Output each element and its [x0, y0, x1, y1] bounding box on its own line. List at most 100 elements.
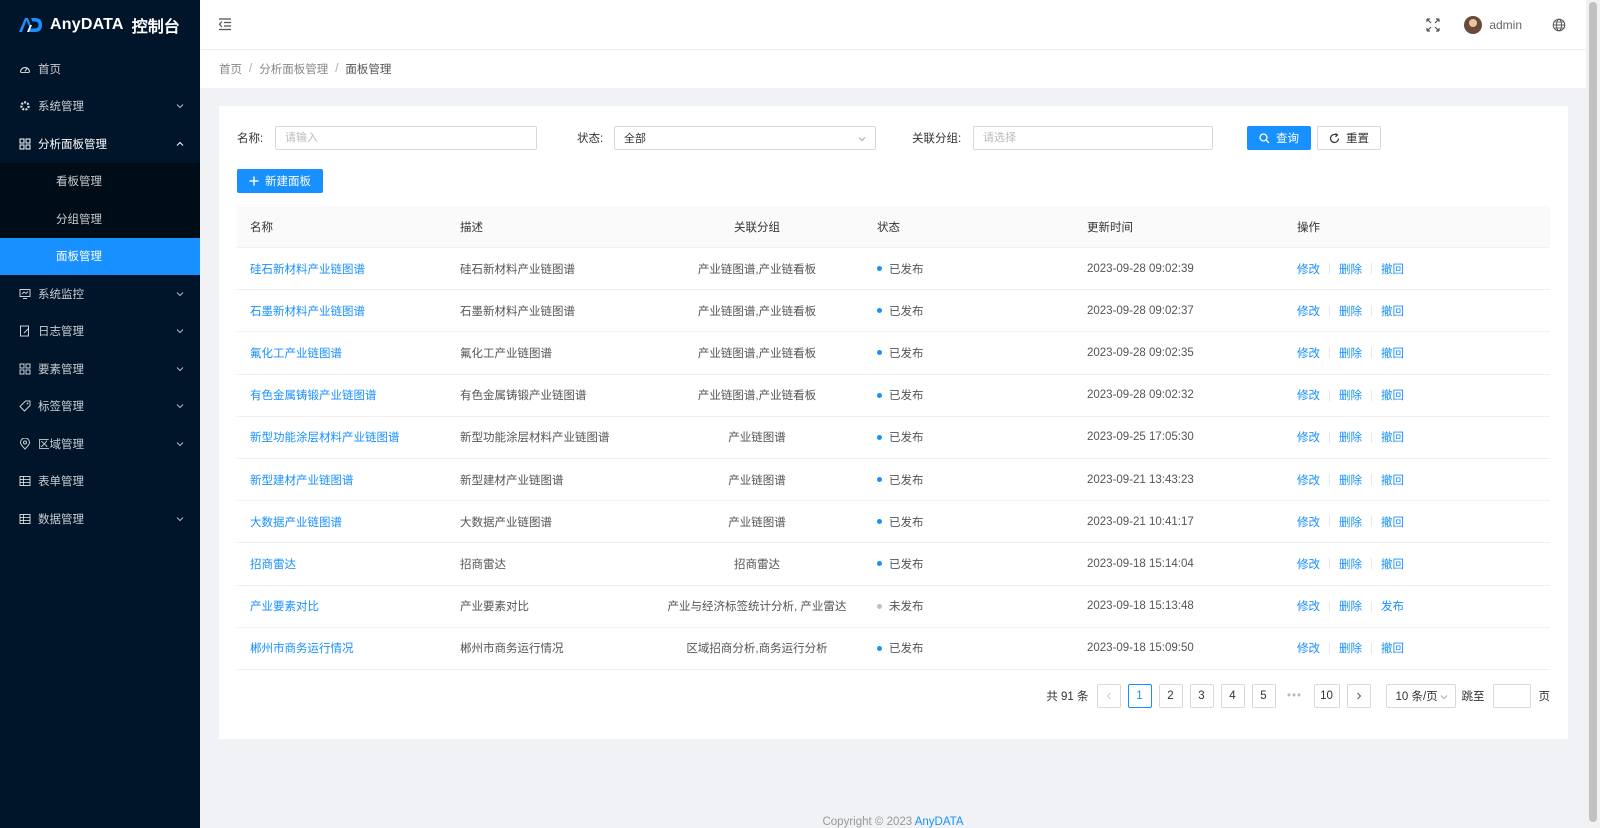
new-panel-button[interactable]: 新建面板: [237, 169, 323, 193]
sidebar-item-label: 日志管理: [38, 326, 84, 339]
jump-page-input[interactable]: [1492, 684, 1531, 708]
edit-button[interactable]: 修改: [1297, 345, 1320, 361]
sidebar-item-system-monitor[interactable]: 系统监控: [0, 275, 200, 313]
pagination-prev-button[interactable]: [1096, 684, 1121, 708]
sidebar-item-data[interactable]: 数据管理: [0, 500, 200, 538]
sidebar-item-group-management[interactable]: 分组管理: [0, 200, 200, 238]
chevron-down-icon: [176, 291, 184, 296]
breadcrumb-separator: /: [249, 63, 253, 75]
panel-name-link[interactable]: 有色金属铸锻产业链图谱: [250, 390, 377, 402]
delete-button[interactable]: 删除: [1339, 429, 1362, 445]
panel-name-link[interactable]: 新型建材产业链图谱: [250, 475, 354, 487]
column-header-name[interactable]: 名称: [237, 219, 447, 235]
edit-button[interactable]: 修改: [1297, 261, 1320, 277]
breadcrumb-analysis-panel[interactable]: 分析面板管理: [259, 61, 328, 77]
sidebar-item-tag[interactable]: 标签管理: [0, 388, 200, 426]
reset-button[interactable]: 重置: [1317, 126, 1381, 150]
delete-button[interactable]: 删除: [1339, 261, 1362, 277]
sidebar-item-system[interactable]: 系统管理: [0, 88, 200, 126]
footer-brand-link[interactable]: AnyDATA: [915, 816, 964, 828]
menu-fold-icon[interactable]: [217, 16, 233, 32]
sidebar-item-home[interactable]: 首页: [0, 50, 200, 88]
pagination-page[interactable]: 5: [1251, 684, 1276, 708]
dashboard-icon: [19, 63, 31, 75]
pagination-page[interactable]: 1: [1127, 684, 1152, 708]
withdraw-button[interactable]: 撤回: [1381, 387, 1404, 403]
pagination-page-last[interactable]: 10: [1313, 684, 1340, 708]
sidebar-item-log[interactable]: 日志管理: [0, 313, 200, 351]
panel-group: 产业链图谱,产业链看板: [697, 347, 817, 360]
panel-name-link[interactable]: 石墨新材料产业链图谱: [250, 306, 365, 318]
globe-icon[interactable]: [1552, 18, 1566, 32]
panel-group: 产业链图谱: [728, 516, 786, 529]
delete-button[interactable]: 删除: [1339, 345, 1362, 361]
page-size-select[interactable]: 10 条/页: [1385, 684, 1456, 708]
column-header-status[interactable]: 状态: [867, 219, 1077, 235]
delete-button[interactable]: 删除: [1339, 640, 1362, 656]
footer-copyright: Copyright © 2023: [822, 816, 915, 828]
edit-button[interactable]: 修改: [1297, 640, 1320, 656]
status-filter-select[interactable]: 全部: [614, 126, 876, 150]
sidebar-item-analysis-panel[interactable]: 分析面板管理: [0, 125, 200, 163]
panel-name-link[interactable]: 硅石新材料产业链图谱: [250, 264, 365, 276]
column-header-group[interactable]: 关联分组: [647, 219, 867, 235]
vertical-scrollbar[interactable]: [1586, 0, 1600, 828]
delete-button[interactable]: 删除: [1339, 556, 1362, 572]
withdraw-button[interactable]: 撤回: [1381, 261, 1404, 277]
breadcrumb-home[interactable]: 首页: [219, 61, 242, 77]
sidebar-item-form[interactable]: 表单管理: [0, 463, 200, 501]
pagination-next-button[interactable]: [1346, 684, 1371, 708]
edit-button[interactable]: 修改: [1297, 472, 1320, 488]
withdraw-button[interactable]: 撤回: [1381, 345, 1404, 361]
panel-name-link[interactable]: 招商雷达: [250, 559, 296, 571]
panel-name-link[interactable]: 氟化工产业链图谱: [250, 348, 342, 360]
withdraw-button[interactable]: 撤回: [1381, 472, 1404, 488]
group-filter-label: 关联分组:: [912, 133, 962, 145]
edit-button[interactable]: 修改: [1297, 387, 1320, 403]
user-menu[interactable]: admin: [1464, 16, 1522, 34]
withdraw-button[interactable]: 撤回: [1381, 303, 1404, 319]
sidebar-item-panel-management[interactable]: 面板管理: [0, 237, 200, 275]
edit-button[interactable]: 修改: [1297, 514, 1320, 530]
sidebar-item-element[interactable]: 要素管理: [0, 350, 200, 388]
publish-button[interactable]: 发布: [1381, 598, 1404, 614]
sidebar-item-board-management[interactable]: 看板管理: [0, 163, 200, 201]
delete-button[interactable]: 删除: [1339, 387, 1362, 403]
sidebar-item-region[interactable]: 区域管理: [0, 425, 200, 463]
delete-button[interactable]: 删除: [1339, 598, 1362, 614]
panel-description: 氟化工产业链图谱: [460, 347, 552, 360]
withdraw-button[interactable]: 撤回: [1381, 514, 1404, 530]
group-filter-select[interactable]: [973, 126, 1213, 150]
location-icon: [19, 437, 31, 450]
sidebar-item-label: 系统监控: [38, 288, 84, 301]
delete-button[interactable]: 删除: [1339, 472, 1362, 488]
pagination-page[interactable]: 4: [1220, 684, 1245, 708]
pagination-page[interactable]: 2: [1158, 684, 1183, 708]
panel-name-link[interactable]: 新型功能涂层材料产业链图谱: [250, 432, 400, 444]
delete-button[interactable]: 删除: [1339, 514, 1362, 530]
withdraw-button[interactable]: 撤回: [1381, 429, 1404, 445]
edit-button[interactable]: 修改: [1297, 303, 1320, 319]
fullscreen-icon[interactable]: [1426, 18, 1440, 32]
row-actions: 修改 删除 撤回: [1287, 640, 1550, 656]
delete-button[interactable]: 删除: [1339, 303, 1362, 319]
column-header-updated-time[interactable]: 更新时间: [1077, 219, 1287, 235]
withdraw-button[interactable]: 撤回: [1381, 556, 1404, 572]
updated-time: 2023-09-21 13:43:23: [1087, 473, 1194, 486]
edit-button[interactable]: 修改: [1297, 598, 1320, 614]
panel-name-link[interactable]: 产业要素对比: [250, 601, 319, 613]
edit-button[interactable]: 修改: [1297, 429, 1320, 445]
panel-name-link[interactable]: 郴州市商务运行情况: [250, 643, 354, 655]
pagination-ellipsis[interactable]: •••: [1282, 684, 1307, 708]
status-dot-icon: [877, 266, 882, 272]
logo-text: AnyDATA: [50, 16, 124, 33]
column-header-description[interactable]: 描述: [447, 219, 647, 235]
pagination-page[interactable]: 3: [1189, 684, 1214, 708]
panel-name-link[interactable]: 大数据产业链图谱: [250, 517, 342, 529]
scrollbar-thumb[interactable]: [1589, 2, 1597, 822]
withdraw-button[interactable]: 撤回: [1381, 640, 1404, 656]
name-filter-input[interactable]: [275, 126, 537, 150]
logo[interactable]: AnyDATA 控制台: [0, 0, 200, 50]
edit-button[interactable]: 修改: [1297, 556, 1320, 572]
search-button[interactable]: 查询: [1247, 126, 1311, 150]
